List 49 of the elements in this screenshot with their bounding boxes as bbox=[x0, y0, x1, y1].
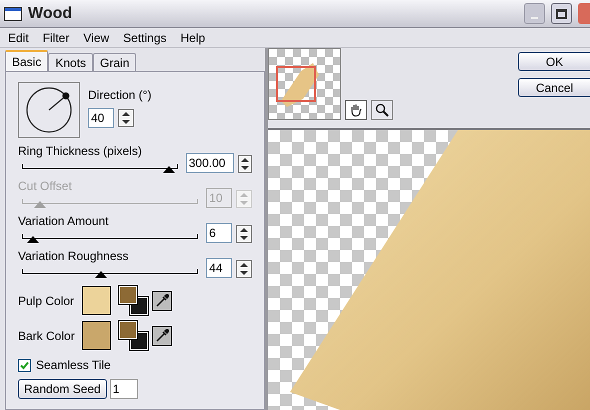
slider-thumb[interactable] bbox=[95, 271, 108, 278]
up-down-arrows-icon bbox=[121, 111, 131, 125]
tab[interactable]: Grain bbox=[93, 53, 136, 71]
color-swatch[interactable] bbox=[82, 321, 111, 350]
up-down-arrows-icon bbox=[240, 157, 250, 171]
random-seed-button[interactable]: Random Seed bbox=[18, 379, 107, 399]
slider-thumb[interactable] bbox=[26, 236, 39, 243]
dialog-button[interactable]: Cancel bbox=[518, 78, 590, 97]
checkbox-label: Seamless Tile bbox=[36, 357, 111, 374]
menu-item[interactable]: Filter bbox=[42, 28, 70, 46]
spin-button[interactable] bbox=[236, 225, 252, 243]
window-title: Wood bbox=[28, 4, 72, 24]
maximize-button[interactable] bbox=[551, 3, 572, 24]
number-field[interactable]: 300.00 bbox=[186, 153, 234, 173]
menu-item[interactable]: Settings bbox=[123, 28, 167, 46]
hand-tool-icon[interactable] bbox=[345, 100, 367, 120]
up-down-arrows-icon bbox=[239, 262, 250, 276]
direction-label: Direction (°) bbox=[88, 87, 152, 104]
number-field[interactable]: 6 bbox=[206, 223, 232, 243]
slider-label: Cut Offset bbox=[18, 179, 73, 194]
tab[interactable]: Knots bbox=[48, 53, 94, 71]
color-swatch[interactable] bbox=[82, 286, 111, 315]
eyedropper-icon[interactable] bbox=[152, 290, 172, 310]
menu-item[interactable]: Help bbox=[180, 28, 206, 46]
direction-dial[interactable] bbox=[18, 82, 80, 138]
number-field[interactable]: 44 bbox=[206, 258, 232, 278]
eyedropper-icon[interactable] bbox=[152, 326, 172, 346]
slider-label: Variation Amount bbox=[18, 214, 110, 229]
spin-button[interactable] bbox=[118, 109, 134, 127]
menu-item[interactable]: Edit bbox=[8, 28, 29, 46]
seed-field[interactable]: 1 bbox=[110, 379, 138, 399]
direction-field[interactable]: 40 bbox=[88, 108, 114, 128]
up-down-arrows-icon bbox=[239, 227, 250, 241]
color-label: Bark Color bbox=[18, 328, 76, 344]
menu-item[interactable]: View bbox=[83, 28, 110, 46]
spin-button[interactable] bbox=[238, 155, 252, 173]
up-down-arrows-icon bbox=[239, 192, 250, 206]
spin-button[interactable] bbox=[236, 260, 252, 278]
color-label: Pulp Color bbox=[18, 292, 76, 310]
slider-label: Variation Roughness bbox=[18, 249, 130, 264]
material-swatch[interactable] bbox=[119, 321, 148, 350]
zoom-tool-icon[interactable] bbox=[371, 100, 393, 120]
dialog-button[interactable]: OK bbox=[518, 52, 590, 71]
tab[interactable]: Basic bbox=[5, 50, 48, 71]
material-swatch[interactable] bbox=[119, 286, 148, 315]
window-icon bbox=[4, 6, 22, 20]
slider-thumb[interactable] bbox=[162, 166, 175, 173]
slider-label: Ring Thickness (pixels) bbox=[18, 144, 143, 159]
checkbox[interactable] bbox=[18, 358, 31, 372]
